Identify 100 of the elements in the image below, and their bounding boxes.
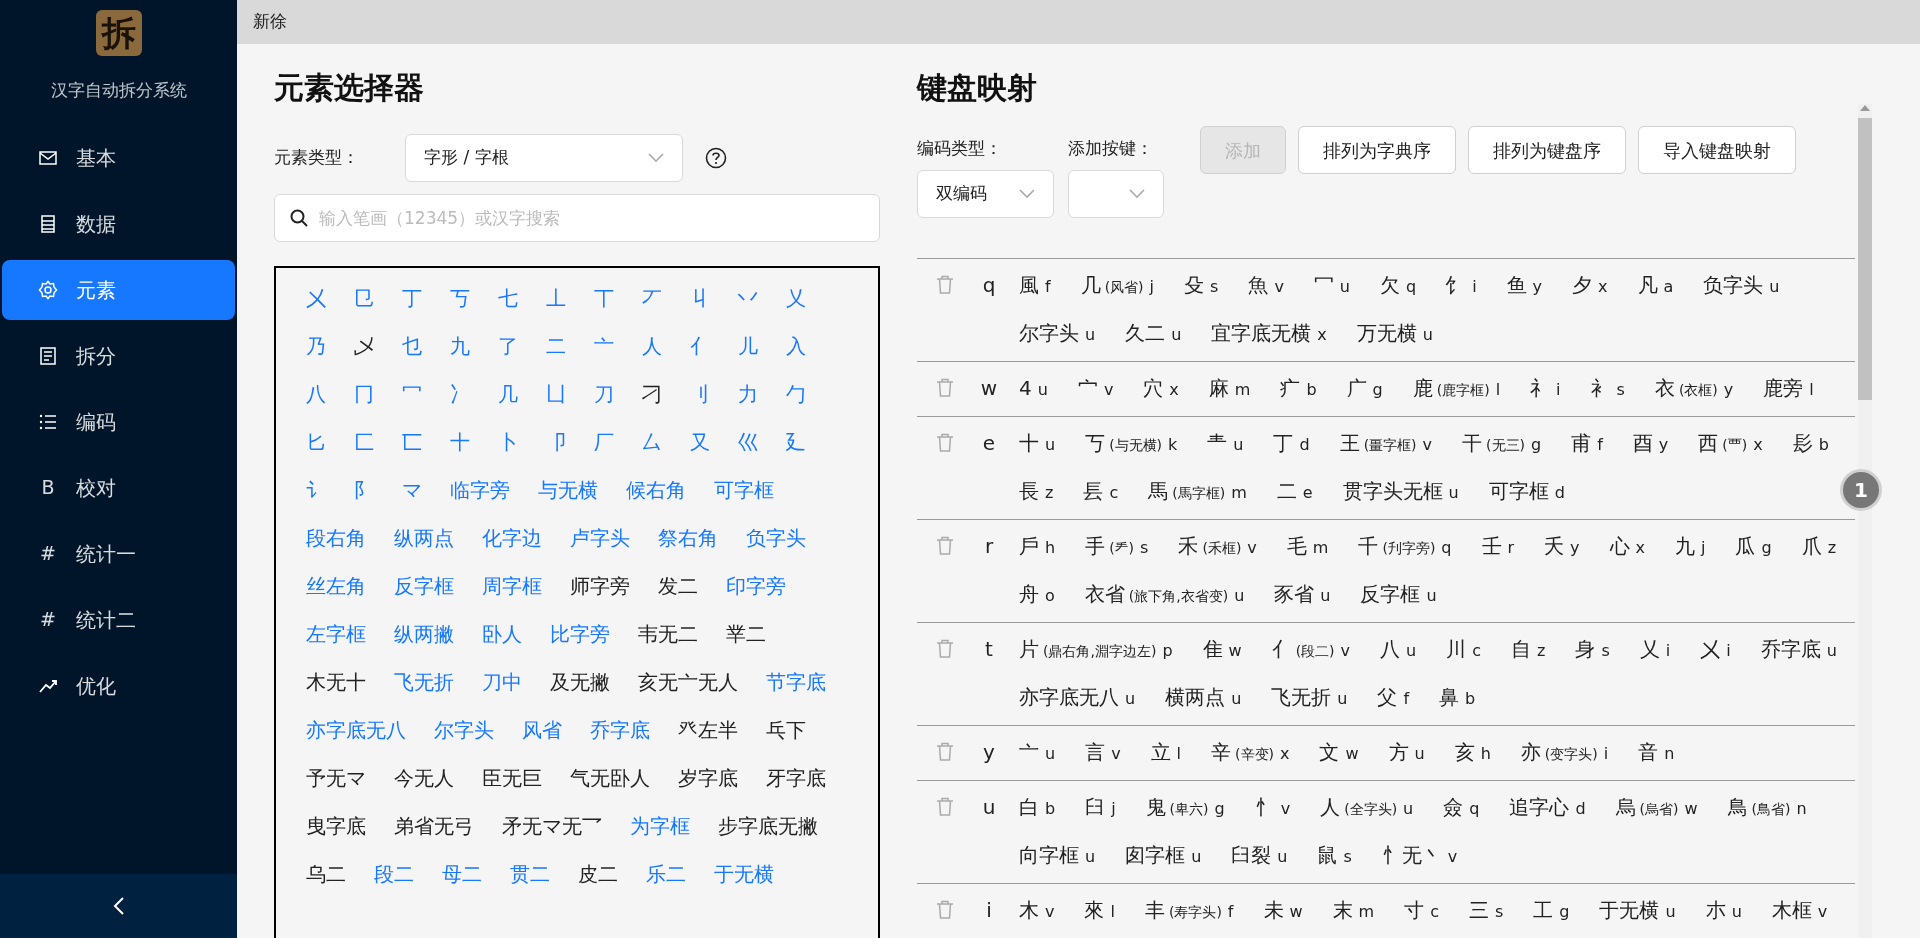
- element-item[interactable]: 乔字底: [590, 718, 650, 742]
- element-item[interactable]: 矛无マ无乛: [502, 814, 602, 838]
- element-item[interactable]: 丝左角: [306, 574, 366, 598]
- mapping-entry[interactable]: 西 (覀) x: [1698, 419, 1763, 468]
- mapping-entry[interactable]: 欠 q: [1380, 261, 1417, 310]
- element-item[interactable]: 巛: [738, 430, 758, 454]
- element-item[interactable]: 与无横: [538, 478, 598, 502]
- sidebar-item[interactable]: 优化: [2, 655, 235, 716]
- element-item[interactable]: 风省: [522, 718, 562, 742]
- mapping-entry[interactable]: 壬 r: [1481, 522, 1515, 571]
- mapping-entry[interactable]: 丁 d: [1273, 419, 1310, 468]
- element-item[interactable]: 九: [450, 334, 470, 358]
- element-item[interactable]: 亠: [594, 334, 614, 358]
- trash-icon[interactable]: [935, 898, 955, 920]
- key-select[interactable]: [1068, 169, 1164, 218]
- sidebar-item[interactable]: B 校对: [2, 457, 235, 518]
- mapping-entry[interactable]: 末 m: [1332, 886, 1375, 935]
- mapping-entry[interactable]: 鳥 (鳥省) n: [1727, 783, 1807, 832]
- trash-icon[interactable]: [935, 637, 955, 659]
- mapping-entry[interactable]: 穴 x: [1143, 364, 1179, 413]
- element-item[interactable]: 及无撇: [550, 670, 610, 694]
- mapping-entry[interactable]: 辛 (辛变) x: [1211, 728, 1290, 777]
- element-item[interactable]: 卜: [498, 430, 518, 454]
- element-item[interactable]: 韦无二: [638, 622, 698, 646]
- mapping-entry[interactable]: 夕 x: [1572, 261, 1608, 310]
- mapping-entry[interactable]: 飞无折 u: [1271, 673, 1348, 722]
- action-button[interactable]: 排列为字典序: [1298, 126, 1456, 174]
- element-item[interactable]: 冖: [402, 382, 422, 406]
- element-item[interactable]: 弟省无弓: [394, 814, 474, 838]
- element-item[interactable]: 纵两撇: [394, 622, 454, 646]
- help-icon[interactable]: [705, 147, 727, 169]
- element-item[interactable]: 勹: [786, 382, 806, 406]
- element-item[interactable]: 冫: [450, 382, 470, 406]
- element-item[interactable]: 阝: [354, 478, 374, 502]
- element-item[interactable]: 人: [642, 334, 662, 358]
- mapping-entry[interactable]: 木 v: [1019, 886, 1055, 935]
- mapping-entry[interactable]: 鹿 (鹿字框) l: [1412, 364, 1501, 413]
- element-item[interactable]: 厂: [594, 430, 614, 454]
- encoding-type-select[interactable]: 双编码: [917, 169, 1054, 218]
- mapping-entry[interactable]: 豕省 u: [1274, 570, 1331, 619]
- mapping-entry[interactable]: 礻 i: [1530, 364, 1561, 413]
- mapping-entry[interactable]: 于无横 u: [1599, 886, 1676, 935]
- element-item[interactable]: 癶左半: [678, 718, 738, 742]
- mapping-entry[interactable]: 夭 y: [1544, 522, 1580, 571]
- element-item[interactable]: 今无人: [394, 766, 454, 790]
- mapping-entry[interactable]: 鱼 y: [1506, 261, 1543, 310]
- mapping-entry[interactable]: 几 (风省) j: [1080, 261, 1155, 310]
- mapping-entry[interactable]: 方 u: [1388, 728, 1425, 777]
- mapping-entry[interactable]: 向字框 u: [1019, 831, 1096, 880]
- scroll-up-icon[interactable]: [1860, 104, 1870, 112]
- mapping-entry[interactable]: 饣 i: [1446, 261, 1477, 310]
- mapping-entry[interactable]: 十 u: [1019, 419, 1056, 468]
- element-item[interactable]: 乐二: [646, 862, 686, 886]
- mapping-entry[interactable]: 衣省 (旅下角,衣省变) u: [1084, 570, 1245, 619]
- mapping-entry[interactable]: 馬 (馬字框) m: [1148, 467, 1247, 516]
- mapping-entry[interactable]: 追字心 d: [1509, 783, 1586, 832]
- element-item[interactable]: 几: [498, 382, 518, 406]
- mapping-entry[interactable]: 凡 a: [1637, 261, 1674, 310]
- mapping-entry[interactable]: 忄无丶 v: [1381, 831, 1458, 880]
- element-item[interactable]: 比字旁: [550, 622, 610, 646]
- mapping-entry[interactable]: 龶 u: [1207, 419, 1244, 468]
- mapping-entry[interactable]: 亦字底无八 u: [1019, 673, 1136, 722]
- mapping-entry[interactable]: 禾 (禾框) v: [1178, 522, 1257, 571]
- mapping-entry[interactable]: 隹 w: [1202, 625, 1242, 674]
- element-item[interactable]: 匸: [402, 430, 422, 454]
- mapping-entry[interactable]: 疒 b: [1280, 364, 1317, 413]
- element-item[interactable]: 匚: [354, 430, 374, 454]
- mapping-entry[interactable]: 風 f: [1019, 261, 1051, 310]
- mapping-entry[interactable]: 川 c: [1446, 625, 1481, 674]
- element-item[interactable]: 飞无折: [394, 670, 454, 694]
- element-item[interactable]: 儿: [738, 334, 758, 358]
- element-item[interactable]: 曳字底: [306, 814, 366, 838]
- element-item[interactable]: 丵二: [726, 622, 766, 646]
- mapping-entry[interactable]: 囱字框 u: [1125, 831, 1202, 880]
- element-item[interactable]: 祭右角: [658, 526, 718, 550]
- trash-icon[interactable]: [935, 376, 955, 398]
- element-item[interactable]: 卩: [546, 430, 566, 454]
- sidebar-item[interactable]: 拆分: [2, 325, 235, 386]
- mapping-entry[interactable]: 衣 (衣框) y: [1654, 364, 1734, 413]
- mapping-entry[interactable]: 负字头 u: [1703, 261, 1780, 310]
- element-item[interactable]: 丁: [402, 286, 422, 310]
- element-item[interactable]: 乂: [786, 286, 806, 310]
- mapping-entry[interactable]: 久二 u: [1125, 309, 1182, 358]
- mapping-entry[interactable]: 自 z: [1510, 625, 1546, 674]
- element-item[interactable]: 步字底无撇: [718, 814, 818, 838]
- scrollbar[interactable]: [1858, 104, 1872, 938]
- mapping-entry[interactable]: 爪 z: [1801, 522, 1837, 571]
- mapping-entry[interactable]: 木框 v: [1771, 886, 1828, 935]
- element-item[interactable]: 亻: [690, 334, 710, 358]
- mapping-entry[interactable]: 言 v: [1085, 728, 1121, 777]
- mapping-entry[interactable]: 立 l: [1150, 728, 1182, 777]
- element-item[interactable]: 段右角: [306, 526, 366, 550]
- element-item[interactable]: 了: [498, 334, 518, 358]
- mapping-entry[interactable]: 万无横 u: [1356, 309, 1433, 358]
- element-item[interactable]: 㐅: [306, 286, 326, 310]
- element-item[interactable]: 丄: [546, 286, 566, 310]
- element-item[interactable]: 于无横: [714, 862, 774, 886]
- element-item[interactable]: 贯二: [510, 862, 550, 886]
- element-item[interactable]: 入: [786, 334, 806, 358]
- element-item[interactable]: 师字旁: [570, 574, 630, 598]
